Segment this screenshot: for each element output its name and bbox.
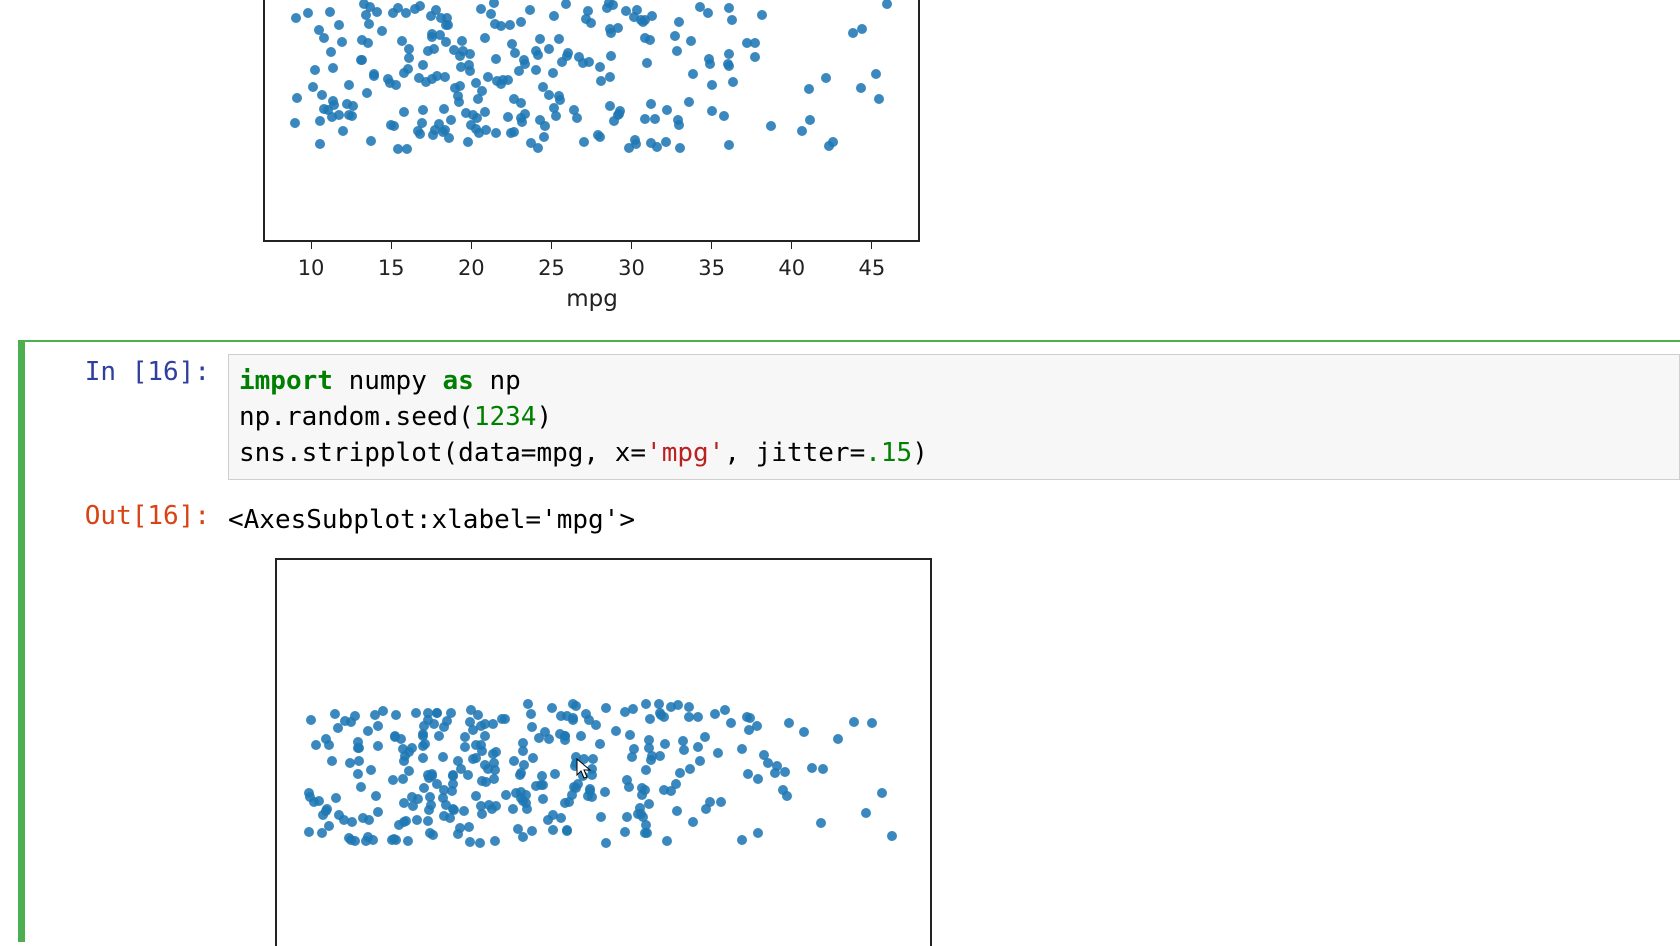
prev-output-chart: 10 15 20 25 30 35 40 45 mpg <box>234 0 894 310</box>
chart-xtick: 40 <box>778 256 805 280</box>
notebook-cell[interactable]: In [16]: import numpy as np np.random.se… <box>18 340 1680 946</box>
input-prompt: In [16]: <box>18 354 228 390</box>
cell-run-indicator <box>18 342 25 942</box>
chart-xtick: 20 <box>458 256 485 280</box>
chart-points-bottom <box>275 558 932 946</box>
chart-xtick: 25 <box>538 256 565 280</box>
chart-xtick: 45 <box>859 256 886 280</box>
chart-xtick: 35 <box>698 256 725 280</box>
output-chart <box>246 558 906 946</box>
chart-xlabel-top: mpg <box>566 286 618 312</box>
text-output: <AxesSubplot:xlabel='mpg'> <box>228 498 1680 538</box>
chart-points-top <box>263 0 920 242</box>
chart-xtick: 30 <box>618 256 645 280</box>
notebook-viewport: 10 15 20 25 30 35 40 45 mpg In [16]: import num… <box>0 0 1680 946</box>
chart-xtick: 10 <box>298 256 325 280</box>
output-prompt: Out[16]: <box>18 498 228 534</box>
code-input[interactable]: import numpy as np np.random.seed(1234) … <box>228 354 1680 480</box>
chart-xtick: 15 <box>378 256 405 280</box>
